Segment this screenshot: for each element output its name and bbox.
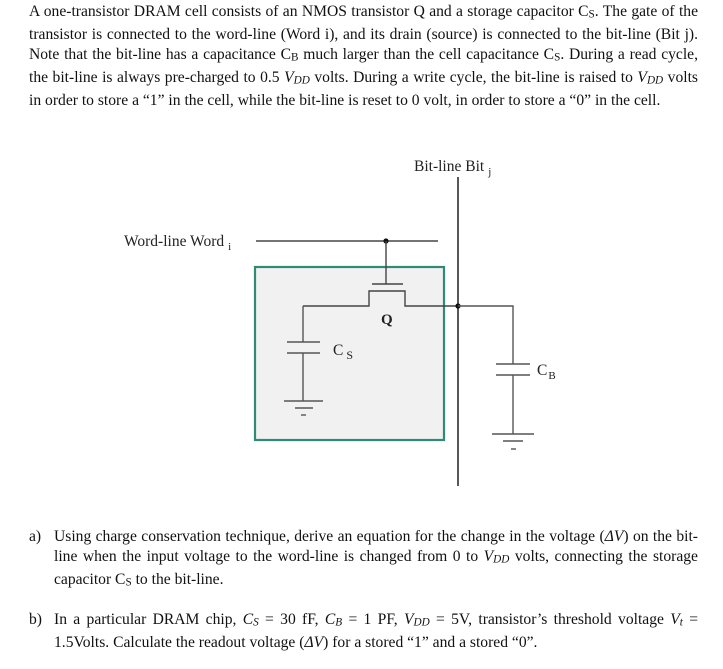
question-a-label: a) (29, 528, 42, 545)
question-a: a) Using charge conservation technique, … (29, 527, 698, 593)
cs-symbol: C (242, 611, 254, 628)
q-text: = 30 fF, (258, 611, 325, 628)
bitline-capacitor-cb (458, 305, 530, 434)
subscript: DD (493, 553, 510, 566)
cb-label: CB (537, 362, 556, 382)
q-text: = 1 PF, (342, 611, 404, 628)
cb-symbol: C (324, 611, 336, 628)
delta-v-symbol: ΔV (604, 528, 624, 545)
transistor-label: Q (381, 312, 393, 328)
q-text: = 5V, transistor’s threshold voltage (429, 611, 671, 628)
subscript: DD (413, 616, 430, 629)
q-text: Using charge conservation technique, der… (54, 528, 605, 545)
q-text: ) for a stored “1” and a stored “0”. (323, 633, 538, 651)
ground-icon (492, 433, 534, 450)
wordline-label: Word-line Word i (124, 233, 231, 253)
question-a-text: Using charge conservation technique, der… (54, 527, 698, 593)
delta-v-symbol: ΔV (304, 633, 324, 651)
question-b-text: In a particular DRAM chip, CS = 30 fF, C… (54, 610, 698, 653)
vt-symbol: V (670, 611, 680, 628)
vdd-symbol: V (483, 548, 494, 566)
q-text: to the bit-line. (131, 571, 224, 589)
question-b: b) In a particular DRAM chip, CS = 30 fF… (29, 610, 698, 653)
question-b-label: b) (29, 611, 42, 628)
q-text: In a particular DRAM chip, (54, 611, 243, 628)
bitline-label: Bit-line Bit j (414, 158, 491, 178)
